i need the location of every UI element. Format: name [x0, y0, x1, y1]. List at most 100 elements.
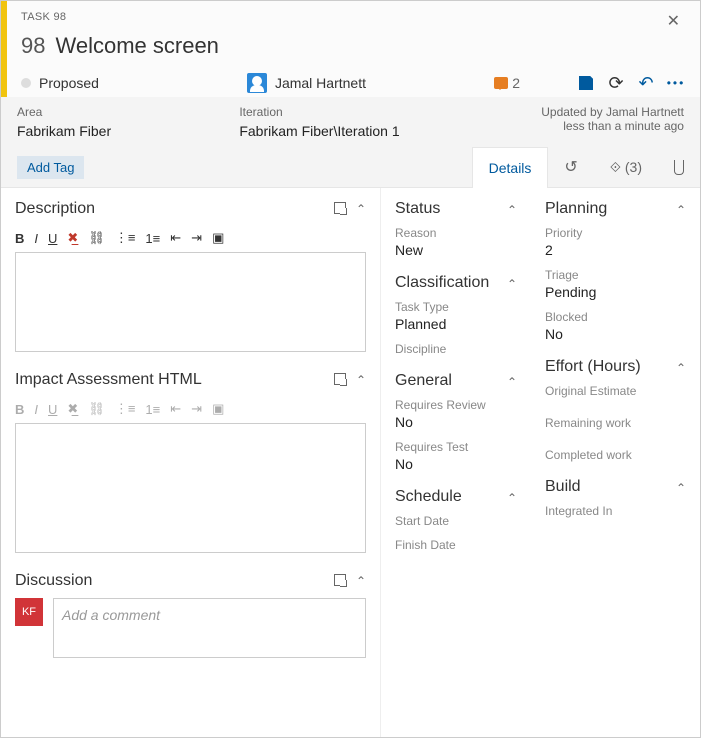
priority-value[interactable]: 2: [545, 242, 686, 258]
bullet-list-icon: ⋮≡: [115, 401, 136, 417]
add-tag-button[interactable]: Add Tag: [17, 156, 84, 179]
comment-icon: [494, 77, 508, 89]
collapse-icon[interactable]: [356, 373, 366, 387]
bold-icon: B: [15, 402, 24, 417]
bold-icon[interactable]: B: [15, 231, 24, 246]
updated-by: Updated by Jamal Hartnett: [462, 105, 684, 119]
task-title[interactable]: Welcome screen: [55, 33, 218, 59]
tab-attachments[interactable]: [658, 147, 700, 187]
rte-toolbar: B I U ✖̲ ⛓ ⋮≡ 1≡ ⇤ ⇥ ▣: [15, 226, 366, 252]
status-heading: Status: [395, 200, 440, 218]
area-label: Area: [17, 105, 239, 119]
startdate-label: Start Date: [395, 514, 517, 528]
rte-toolbar-disabled: B I U ✖̲ ⛓ ⋮≡ 1≡ ⇤ ⇥ ▣: [15, 397, 366, 423]
remove-format-icon[interactable]: ✖̲: [67, 230, 78, 246]
image-icon[interactable]: ▣: [212, 230, 224, 246]
remaining-work-label: Remaining work: [545, 416, 686, 430]
underline-icon[interactable]: U: [48, 231, 57, 246]
collapse-icon[interactable]: [507, 275, 517, 291]
italic-icon: I: [34, 402, 38, 417]
task-id: 98: [21, 33, 45, 59]
integrated-in-label: Integrated In: [545, 504, 686, 518]
blocked-value[interactable]: No: [545, 326, 686, 342]
description-input[interactable]: [15, 252, 366, 352]
tab-links[interactable]: (3): [594, 147, 658, 187]
collapse-icon[interactable]: [507, 373, 517, 389]
tasktype-label: Task Type: [395, 300, 517, 314]
discussion-avatar: KF: [15, 598, 43, 626]
underline-icon: U: [48, 402, 57, 417]
review-label: Requires Review: [395, 398, 517, 412]
header: TASK 98 ✕ 98 Welcome screen Proposed Jam…: [1, 1, 700, 97]
remove-format-icon: ✖̲: [67, 401, 78, 417]
reason-label: Reason: [395, 226, 517, 240]
close-icon[interactable]: ✕: [663, 11, 684, 31]
avatar-icon: [247, 73, 267, 93]
blocked-label: Blocked: [545, 310, 686, 324]
discipline-label: Discipline: [395, 342, 517, 356]
build-heading: Build: [545, 478, 581, 496]
collapse-icon[interactable]: [356, 202, 366, 216]
save-icon[interactable]: [578, 75, 594, 91]
italic-icon[interactable]: I: [34, 231, 38, 246]
schedule-heading: Schedule: [395, 488, 462, 506]
collapse-icon[interactable]: [676, 201, 686, 217]
undo-icon[interactable]: [638, 75, 654, 91]
test-label: Requires Test: [395, 440, 517, 454]
comment-input[interactable]: Add a comment: [53, 598, 366, 658]
impact-input[interactable]: [15, 423, 366, 553]
completed-work-label: Completed work: [545, 448, 686, 462]
test-value[interactable]: No: [395, 456, 517, 472]
comments-link[interactable]: 2: [494, 75, 520, 91]
outdent-icon[interactable]: ⇤: [170, 230, 181, 246]
impact-heading: Impact Assessment HTML: [15, 371, 202, 389]
indent-icon: ⇥: [191, 401, 202, 417]
number-list-icon: 1≡: [145, 402, 160, 417]
indent-icon[interactable]: ⇥: [191, 230, 202, 246]
comment-count: 2: [512, 75, 520, 91]
tasktype-value[interactable]: Planned: [395, 316, 517, 332]
fullscreen-icon[interactable]: [334, 574, 346, 586]
state-indicator-icon: [21, 78, 31, 88]
header-toolbar: [578, 75, 684, 91]
planning-heading: Planning: [545, 200, 607, 218]
iteration-label: Iteration: [239, 105, 461, 119]
more-menu-icon[interactable]: [668, 75, 684, 91]
task-type-label: TASK 98: [21, 11, 66, 23]
discussion-heading: Discussion: [15, 572, 92, 590]
collapse-icon[interactable]: [507, 201, 517, 217]
description-heading: Description: [15, 200, 95, 218]
links-count: (3): [625, 159, 642, 175]
info-bar: Area Fabrikam Fiber Iteration Fabrikam F…: [1, 97, 700, 147]
general-heading: General: [395, 372, 452, 390]
link-icon: ⛓: [88, 401, 105, 417]
collapse-icon[interactable]: [676, 479, 686, 495]
collapse-icon[interactable]: [676, 359, 686, 375]
finishdate-label: Finish Date: [395, 538, 517, 552]
triage-value[interactable]: Pending: [545, 284, 686, 300]
effort-heading: Effort (Hours): [545, 358, 641, 376]
state-text[interactable]: Proposed: [39, 75, 99, 91]
fullscreen-icon[interactable]: [334, 202, 346, 214]
assignee-name[interactable]: Jamal Hartnett: [275, 75, 486, 91]
tabs: Details (3): [472, 147, 700, 187]
outdent-icon: ⇤: [170, 401, 181, 417]
fullscreen-icon[interactable]: [334, 373, 346, 385]
image-icon: ▣: [212, 401, 224, 417]
reason-value[interactable]: New: [395, 242, 517, 258]
refresh-icon[interactable]: [608, 75, 624, 91]
collapse-icon[interactable]: [356, 574, 366, 588]
triage-label: Triage: [545, 268, 686, 282]
updated-when: less than a minute ago: [462, 119, 684, 133]
link-icon[interactable]: ⛓: [88, 230, 105, 246]
orig-estimate-label: Original Estimate: [545, 384, 686, 398]
number-list-icon[interactable]: 1≡: [145, 231, 160, 246]
tab-details[interactable]: Details: [472, 147, 549, 188]
classification-heading: Classification: [395, 274, 489, 292]
bullet-list-icon[interactable]: ⋮≡: [115, 230, 136, 246]
review-value[interactable]: No: [395, 414, 517, 430]
tab-history[interactable]: [548, 147, 593, 187]
iteration-value[interactable]: Fabrikam Fiber\Iteration 1: [239, 123, 461, 139]
area-value[interactable]: Fabrikam Fiber: [17, 123, 239, 139]
collapse-icon[interactable]: [507, 489, 517, 505]
